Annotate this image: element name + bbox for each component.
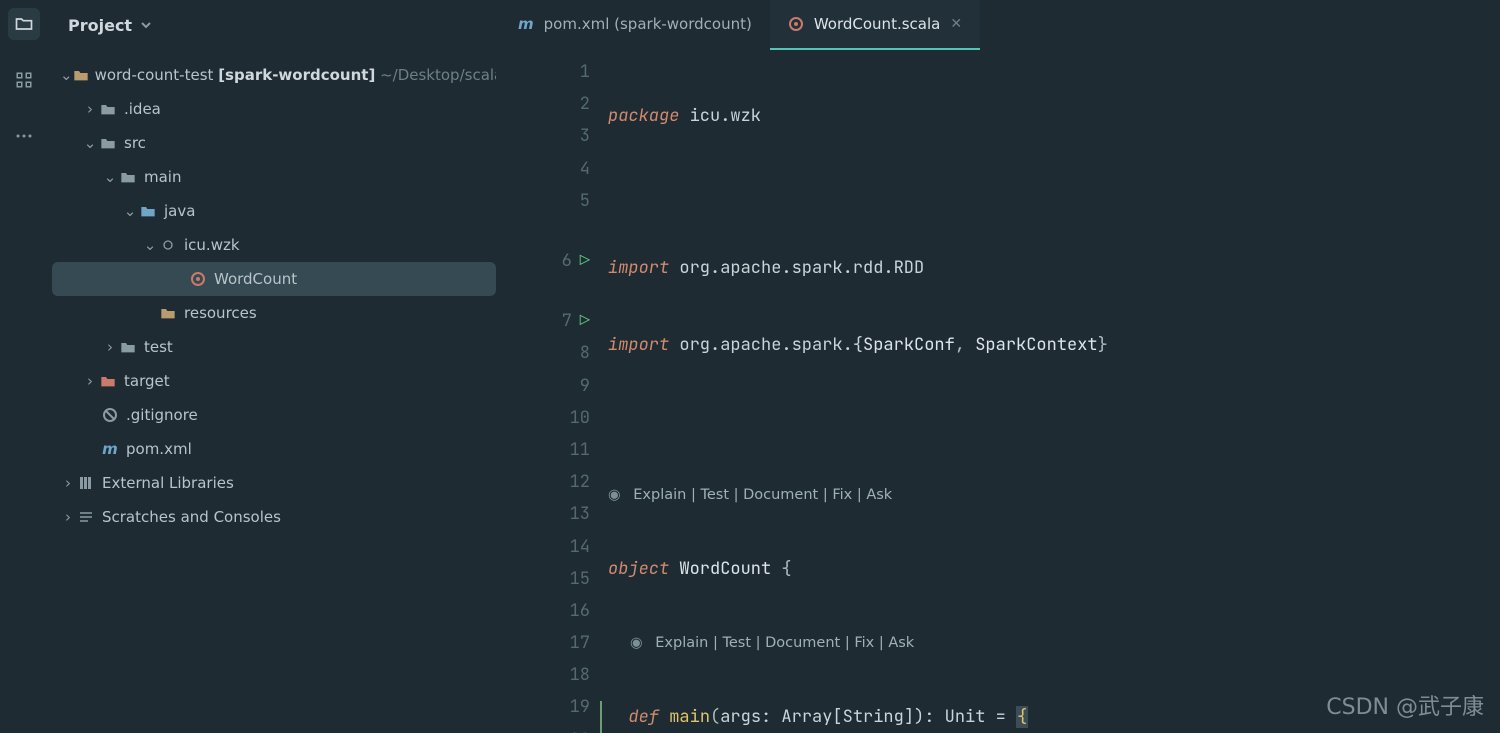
- node-label: target: [124, 374, 170, 389]
- tree-item-scratches[interactable]: › Scratches and Consoles: [52, 500, 496, 534]
- chevron-down-icon: ⌄: [102, 170, 118, 185]
- source-folder-icon: [138, 204, 158, 218]
- editor-tabs: m pom.xml (spark-wordcount) WordCount.sc…: [500, 0, 1500, 50]
- tree-item-gitignore[interactable]: .gitignore: [52, 398, 496, 432]
- excluded-folder-icon: [98, 374, 118, 388]
- package-icon: [158, 238, 178, 252]
- node-label: src: [124, 136, 146, 151]
- folder-icon: [118, 170, 138, 184]
- node-label: main: [144, 170, 181, 185]
- tab-label: WordCount.scala: [814, 15, 940, 33]
- code-editor[interactable]: 1 2 3 4 5 6▷ 7▷ 8 9 10 11 12 13 14 15 16…: [500, 50, 1500, 733]
- lens-icon: ◉: [608, 487, 621, 503]
- node-label: External Libraries: [102, 476, 234, 491]
- chevron-down-icon: ⌄: [82, 136, 98, 151]
- chevron-down-icon: ⌄: [60, 68, 73, 83]
- node-label: .gitignore: [126, 408, 198, 423]
- tree-item-target[interactable]: › target: [52, 364, 496, 398]
- run-gutter-icon[interactable]: ▷: [580, 310, 590, 332]
- node-label: resources: [184, 306, 257, 321]
- scala-object-icon: [188, 271, 208, 287]
- gutter: 1 2 3 4 5 6▷ 7▷ 8 9 10 11 12 13 14 15 16…: [500, 50, 600, 733]
- root-path: ~/Desktop/scala/w: [380, 68, 496, 83]
- structure-tool-icon[interactable]: [8, 64, 40, 96]
- close-icon[interactable]: ✕: [950, 16, 962, 32]
- tree-item-package[interactable]: ⌄ icu.wzk: [52, 228, 496, 262]
- chevron-down-icon[interactable]: [140, 19, 152, 31]
- tree-item-external-libraries[interactable]: › External Libraries: [52, 466, 496, 500]
- maven-icon: m: [518, 15, 534, 33]
- more-tool-icon[interactable]: [8, 120, 40, 152]
- maven-icon: m: [100, 442, 120, 457]
- scala-object-icon: [788, 16, 804, 32]
- tree-item-src[interactable]: ⌄ src: [52, 126, 496, 160]
- node-label: .idea: [124, 102, 161, 117]
- tree-item-pom[interactable]: m pom.xml: [52, 432, 496, 466]
- chevron-down-icon: ⌄: [122, 204, 138, 219]
- project-tool-icon[interactable]: [8, 8, 40, 40]
- tree-item-idea[interactable]: › .idea: [52, 92, 496, 126]
- chevron-right-icon: ›: [82, 374, 98, 389]
- project-sidebar: Project ⌄ word-count-test [spark-wordcou…: [48, 0, 500, 733]
- codelens[interactable]: ◉ Explain | Test | Document | Fix | Ask: [600, 629, 1500, 657]
- node-label: Scratches and Consoles: [102, 510, 281, 525]
- node-label: icu.wzk: [184, 238, 240, 253]
- tool-rail: [0, 0, 48, 733]
- editor-area: m pom.xml (spark-wordcount) WordCount.sc…: [500, 0, 1500, 733]
- sidebar-title: Project: [68, 16, 132, 35]
- tree-item-main[interactable]: ⌄ main: [52, 160, 496, 194]
- chevron-right-icon: ›: [60, 510, 76, 525]
- tree-root[interactable]: ⌄ word-count-test [spark-wordcount] ~/De…: [52, 58, 496, 92]
- watermark: CSDN @武子康: [1326, 689, 1484, 721]
- run-gutter-icon[interactable]: ▷: [580, 250, 590, 272]
- tree-item-test[interactable]: › test: [52, 330, 496, 364]
- library-icon: [76, 475, 96, 491]
- root-name: word-count-test: [95, 68, 214, 83]
- tree-item-wordcount[interactable]: WordCount: [52, 262, 496, 296]
- resources-folder-icon: [158, 306, 178, 320]
- chevron-right-icon: ›: [60, 476, 76, 491]
- gitignore-icon: [100, 407, 120, 423]
- tree-item-java[interactable]: ⌄ java: [52, 194, 496, 228]
- node-label: pom.xml: [126, 442, 192, 457]
- tab-label: pom.xml (spark-wordcount): [544, 15, 752, 33]
- chevron-right-icon: ›: [82, 102, 98, 117]
- chevron-right-icon: ›: [102, 340, 118, 355]
- chevron-down-icon: ⌄: [142, 238, 158, 253]
- node-label: WordCount: [214, 272, 297, 287]
- module-folder-icon: [73, 68, 89, 82]
- codelens[interactable]: ◉ Explain | Test | Document | Fix | Ask: [600, 481, 1500, 509]
- tree-item-resources[interactable]: resources: [52, 296, 496, 330]
- tab-wordcount[interactable]: WordCount.scala ✕: [770, 0, 980, 50]
- folder-icon: [98, 136, 118, 150]
- root-module: [spark-wordcount]: [218, 68, 375, 83]
- code-content[interactable]: package icu.wzk import org.apache.spark.…: [600, 50, 1500, 733]
- node-label: test: [144, 340, 173, 355]
- sidebar-header[interactable]: Project: [48, 0, 500, 50]
- tab-pom[interactable]: m pom.xml (spark-wordcount): [500, 0, 770, 50]
- folder-icon: [98, 102, 118, 116]
- folder-icon: [118, 340, 138, 354]
- project-tree: ⌄ word-count-test [spark-wordcount] ~/De…: [48, 50, 500, 733]
- lens-icon: ◉: [630, 635, 643, 651]
- node-label: java: [164, 204, 195, 219]
- scratches-icon: [76, 509, 96, 525]
